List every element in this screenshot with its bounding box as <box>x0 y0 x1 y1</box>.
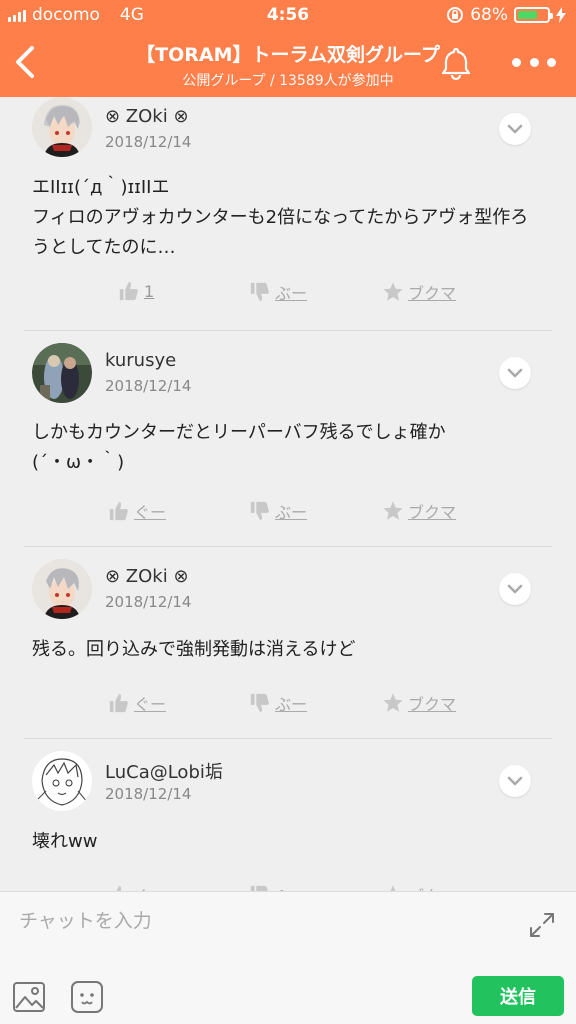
bookmark-label: ブクマ <box>408 695 457 714</box>
send-button[interactable]: 送信 <box>472 976 564 1016</box>
post-date: 2018/12/14 <box>105 785 192 803</box>
image-button[interactable] <box>12 980 46 1014</box>
chevron-down-icon <box>507 584 523 594</box>
thumbs-up-icon <box>116 885 122 891</box>
post-actions: ぐー ぶー ブクマ <box>24 691 552 721</box>
boo-button[interactable]: ぶー <box>249 883 307 891</box>
thumbs-down-icon <box>250 501 269 521</box>
post-message: 残る。回り込みで強制発動は消えるけど <box>32 639 356 660</box>
like-button[interactable]: ぐー <box>108 691 166 715</box>
bell-icon <box>441 47 471 81</box>
chat-input-bar: チャットを入力 送信 <box>0 891 576 1024</box>
avatar[interactable] <box>32 97 92 157</box>
chat-input[interactable]: チャットを入力 <box>19 906 152 933</box>
bookmark-button[interactable]: ブクマ <box>382 883 456 891</box>
bookmark-label: ブクマ <box>408 284 457 303</box>
post-menu-button[interactable] <box>499 573 531 605</box>
thumbs-up-icon <box>119 281 138 301</box>
boo-button[interactable]: ぶー <box>249 499 307 523</box>
post-item: ⊗ ZOki ⊗ 2018/12/14 残る。回り込みで強制発動は消えるけど ぐ… <box>24 547 552 739</box>
charging-icon <box>556 7 566 23</box>
star-icon <box>383 282 403 301</box>
chevron-down-icon <box>507 776 523 786</box>
post-username[interactable]: ⊗ ZOki ⊗ <box>105 566 189 587</box>
expand-icon <box>530 913 554 937</box>
avatar[interactable] <box>32 559 92 619</box>
thumbs-up-icon <box>109 693 128 713</box>
orientation-lock-icon <box>447 7 464 23</box>
more-options-button[interactable] <box>512 52 556 72</box>
post-date: 2018/12/14 <box>105 377 192 395</box>
status-right: 68% <box>446 5 566 25</box>
image-icon <box>13 982 45 1012</box>
boo-label: ぶー <box>275 503 308 522</box>
post-actions: ぐー ぶー ブクマ <box>24 883 552 891</box>
message-feed[interactable]: ⊗ ZOki ⊗ 2018/12/14 エIIɪɪ(´д｀)ɪɪIIエ フィロの… <box>0 97 576 891</box>
post-username[interactable]: ⊗ ZOki ⊗ <box>105 106 189 127</box>
app-header: docomo 4G 4:56 68% 【TORAM】トーラム双剣グループ 公開グ… <box>0 0 576 97</box>
thumbs-down-icon <box>250 693 269 713</box>
thumbs-up-icon <box>109 501 128 521</box>
chevron-down-icon <box>507 368 523 378</box>
post-username[interactable]: kurusye <box>105 350 176 371</box>
like-label: ぐー <box>134 695 167 714</box>
bookmark-label: ブクマ <box>408 503 457 522</box>
group-title-block[interactable]: 【TORAM】トーラム双剣グループ 公開グループ / 13589人が参加中 <box>80 40 496 90</box>
post-item: LuCa@Lobi垢 2018/12/14 壊れww ぐー ぶー ブクマ <box>24 739 552 891</box>
like-count: 1 <box>144 281 155 301</box>
post-actions: 1 ぶー ブクマ <box>24 280 552 310</box>
post-message: エIIɪɪ(´д｀)ɪɪIIエ フィロのアヴォカウンターも2倍になってたからアヴ… <box>32 177 529 258</box>
back-button[interactable] <box>10 42 40 82</box>
post-menu-button[interactable] <box>499 113 531 145</box>
like-label: ぐー <box>134 503 167 522</box>
thumbs-down-icon <box>250 282 269 302</box>
post-item: ⊗ ZOki ⊗ 2018/12/14 エIIɪɪ(´д｀)ɪɪIIエ フィロの… <box>24 97 552 331</box>
post-date: 2018/12/14 <box>105 593 192 611</box>
star-icon <box>383 693 403 712</box>
sticker-button[interactable] <box>70 980 104 1014</box>
boo-label: ぶー <box>275 284 308 303</box>
more-dots-icon <box>512 57 521 67</box>
bookmark-button[interactable]: ブクマ <box>382 691 456 715</box>
like-button[interactable]: 1 <box>118 280 154 302</box>
post-date: 2018/12/14 <box>105 133 192 151</box>
like-button[interactable]: ぐー <box>108 499 166 523</box>
thumbs-down-icon <box>250 885 268 891</box>
post-username[interactable]: LuCa@Lobi垢 <box>105 758 223 784</box>
boo-label: ぶー <box>275 883 307 891</box>
status-bar: docomo 4G 4:56 68% <box>0 0 576 30</box>
chevron-left-icon <box>16 46 34 78</box>
bookmark-button[interactable]: ブクマ <box>382 499 456 523</box>
avatar[interactable] <box>32 343 92 403</box>
star-icon <box>390 885 396 891</box>
sticker-icon <box>71 981 103 1013</box>
expand-input-button[interactable] <box>527 910 557 940</box>
boo-label: ぶー <box>275 695 308 714</box>
post-actions: ぐー ぶー ブクマ <box>24 499 552 529</box>
post-message: 壊れww <box>32 831 98 852</box>
post-item: kurusye 2018/12/14 しかもカウンターだとリーパーバフ残るでしょ… <box>24 331 552 547</box>
post-menu-button[interactable] <box>499 765 531 797</box>
bookmark-button[interactable]: ブクマ <box>382 280 456 304</box>
boo-button[interactable]: ぶー <box>249 691 307 715</box>
post-message: しかもカウンターだとリーパーバフ残るでしょ確か (´・ω・｀) <box>32 422 446 473</box>
like-button[interactable]: ぐー <box>108 883 166 891</box>
group-title: 【TORAM】トーラム双剣グループ <box>136 44 440 66</box>
group-subtitle: 公開グループ / 13589人が参加中 <box>182 73 394 89</box>
boo-button[interactable]: ぶー <box>249 280 307 304</box>
nav-bar: 【TORAM】トーラム双剣グループ 公開グループ / 13589人が参加中 <box>0 30 576 97</box>
like-label: ぐー <box>134 883 166 891</box>
chevron-down-icon <box>507 124 523 134</box>
bookmark-label: ブクマ <box>408 883 456 891</box>
avatar[interactable] <box>32 751 92 811</box>
post-menu-button[interactable] <box>499 357 531 389</box>
notification-button[interactable] <box>437 44 475 82</box>
battery-percent: 68% <box>470 5 508 25</box>
battery-icon <box>514 7 553 23</box>
star-icon <box>383 501 403 520</box>
